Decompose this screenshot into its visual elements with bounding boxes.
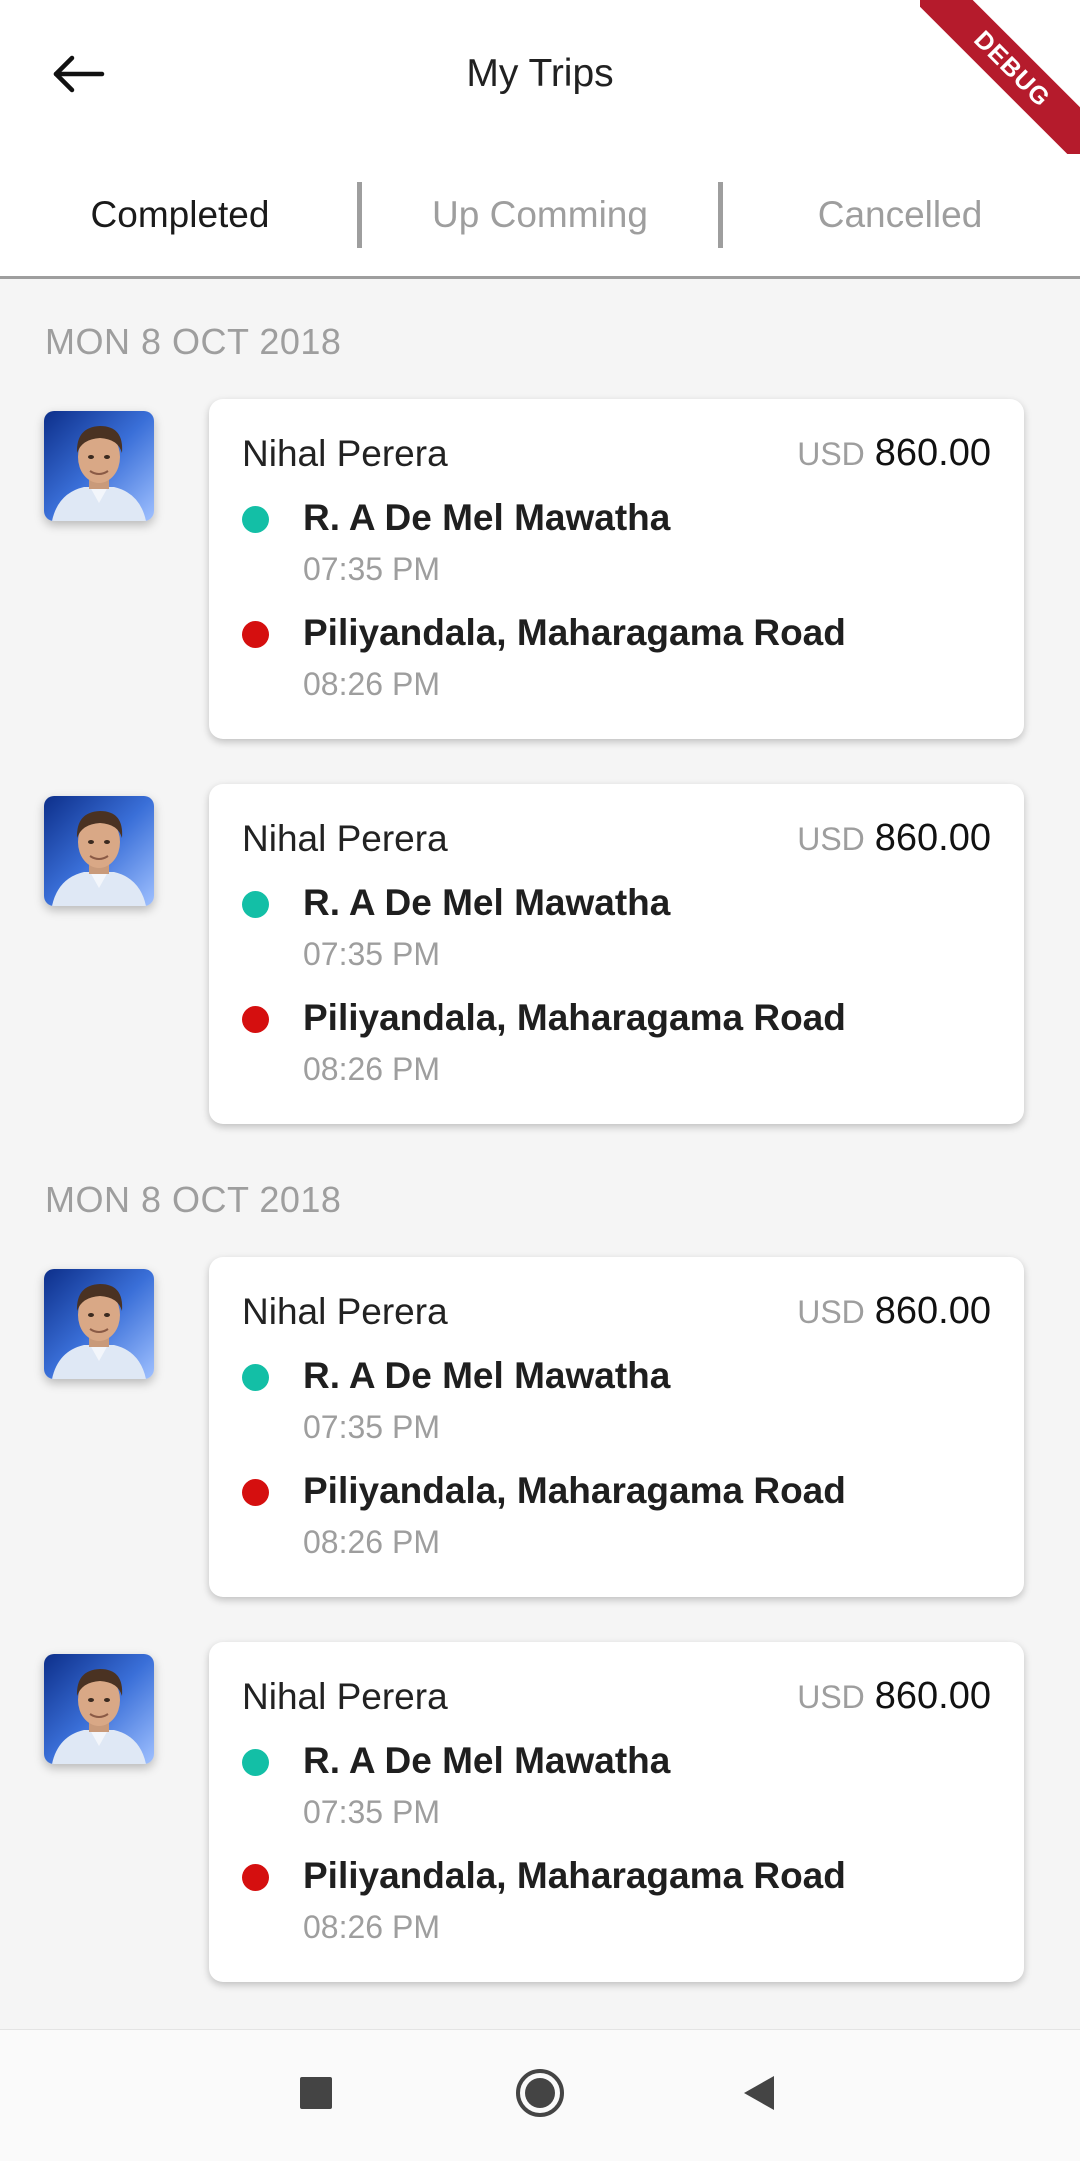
avatar[interactable] bbox=[44, 411, 154, 521]
trip-list[interactable]: MON 8 OCT 2018 Nihal Perera USD 860.00 R.… bbox=[0, 279, 1080, 2029]
drop-time: 08:26 PM bbox=[303, 1051, 440, 1087]
tab-divider bbox=[357, 182, 362, 248]
system-nav-bar bbox=[0, 2029, 1080, 2161]
tab-divider bbox=[718, 182, 723, 248]
drop-location: Piliyandala, Maharagama Road bbox=[303, 997, 846, 1038]
drop-time: 08:26 PM bbox=[303, 1524, 440, 1560]
pickup-location: R. A De Mel Mawatha bbox=[303, 497, 671, 538]
avatar[interactable] bbox=[44, 796, 154, 906]
trip-price: USD 860.00 bbox=[797, 817, 991, 860]
pickup-dot-icon bbox=[242, 891, 269, 918]
page-title: My Trips bbox=[466, 52, 614, 95]
pickup-location: R. A De Mel Mawatha bbox=[303, 882, 671, 923]
driver-name: Nihal Perera bbox=[242, 1676, 448, 1717]
drop-dot-icon bbox=[242, 1006, 269, 1033]
tab-completed[interactable]: Completed bbox=[0, 154, 360, 276]
pickup-time: 07:35 PM bbox=[303, 1794, 440, 1830]
back-nav-button[interactable] bbox=[720, 2055, 800, 2135]
drop-location: Piliyandala, Maharagama Road bbox=[303, 1855, 846, 1896]
drop-dot-icon bbox=[242, 621, 269, 648]
price-amount: 860.00 bbox=[874, 432, 991, 474]
price-amount: 860.00 bbox=[874, 1675, 991, 1717]
currency-label: USD bbox=[797, 1294, 865, 1330]
trip-item[interactable]: Nihal Perera USD 860.00 R. A De Mel Mawat… bbox=[0, 784, 1080, 1126]
currency-label: USD bbox=[797, 821, 865, 857]
trip-card[interactable]: Nihal Perera USD 860.00 R. A De Mel Mawat… bbox=[209, 399, 1024, 739]
home-button[interactable] bbox=[500, 2055, 580, 2135]
pickup-dot-icon bbox=[242, 1364, 269, 1391]
pickup-time: 07:35 PM bbox=[303, 936, 440, 972]
drop-dot-icon bbox=[242, 1479, 269, 1506]
tab-cancelled[interactable]: Cancelled bbox=[720, 154, 1080, 276]
pickup-location: R. A De Mel Mawatha bbox=[303, 1355, 671, 1396]
recents-button[interactable] bbox=[276, 2055, 356, 2135]
pickup-time: 07:35 PM bbox=[303, 551, 440, 587]
date-header: MON 8 OCT 2018 bbox=[45, 1179, 342, 1220]
app-bar: My Trips DEBUG bbox=[0, 0, 1080, 160]
drop-time: 08:26 PM bbox=[303, 666, 440, 702]
circle-home-icon bbox=[514, 2067, 566, 2124]
pickup-location: R. A De Mel Mawatha bbox=[303, 1740, 671, 1781]
driver-name: Nihal Perera bbox=[242, 1291, 448, 1332]
trip-item[interactable]: Nihal Perera USD 860.00 R. A De Mel Mawat… bbox=[0, 399, 1080, 741]
drop-location: Piliyandala, Maharagama Road bbox=[303, 612, 846, 653]
trip-price: USD 860.00 bbox=[797, 1675, 991, 1718]
drop-location: Piliyandala, Maharagama Road bbox=[303, 1470, 846, 1511]
trip-card[interactable]: Nihal Perera USD 860.00 R. A De Mel Mawat… bbox=[209, 784, 1024, 1124]
triangle-back-icon bbox=[740, 2073, 780, 2118]
price-amount: 860.00 bbox=[874, 817, 991, 859]
trip-item[interactable]: Nihal Perera USD 860.00 R. A De Mel Mawat… bbox=[0, 1642, 1080, 1984]
trip-price: USD 860.00 bbox=[797, 1290, 991, 1333]
avatar[interactable] bbox=[44, 1654, 154, 1764]
trip-status-tabs: Completed Up Comming Cancelled bbox=[0, 154, 1080, 279]
avatar[interactable] bbox=[44, 1269, 154, 1379]
date-header: MON 8 OCT 2018 bbox=[45, 321, 342, 362]
drop-time: 08:26 PM bbox=[303, 1909, 440, 1945]
drop-dot-icon bbox=[242, 1864, 269, 1891]
pickup-dot-icon bbox=[242, 1749, 269, 1776]
square-stop-icon bbox=[298, 2075, 334, 2116]
driver-name: Nihal Perera bbox=[242, 433, 448, 474]
tab-up-comming[interactable]: Up Comming bbox=[360, 154, 720, 276]
trip-card[interactable]: Nihal Perera USD 860.00 R. A De Mel Mawat… bbox=[209, 1257, 1024, 1597]
pickup-dot-icon bbox=[242, 506, 269, 533]
driver-name: Nihal Perera bbox=[242, 818, 448, 859]
trip-item[interactable]: Nihal Perera USD 860.00 R. A De Mel Mawat… bbox=[0, 1257, 1080, 1599]
price-amount: 860.00 bbox=[874, 1290, 991, 1332]
pickup-time: 07:35 PM bbox=[303, 1409, 440, 1445]
currency-label: USD bbox=[797, 1679, 865, 1715]
trip-price: USD 860.00 bbox=[797, 432, 991, 475]
trip-card[interactable]: Nihal Perera USD 860.00 R. A De Mel Mawat… bbox=[209, 1642, 1024, 1982]
currency-label: USD bbox=[797, 436, 865, 472]
